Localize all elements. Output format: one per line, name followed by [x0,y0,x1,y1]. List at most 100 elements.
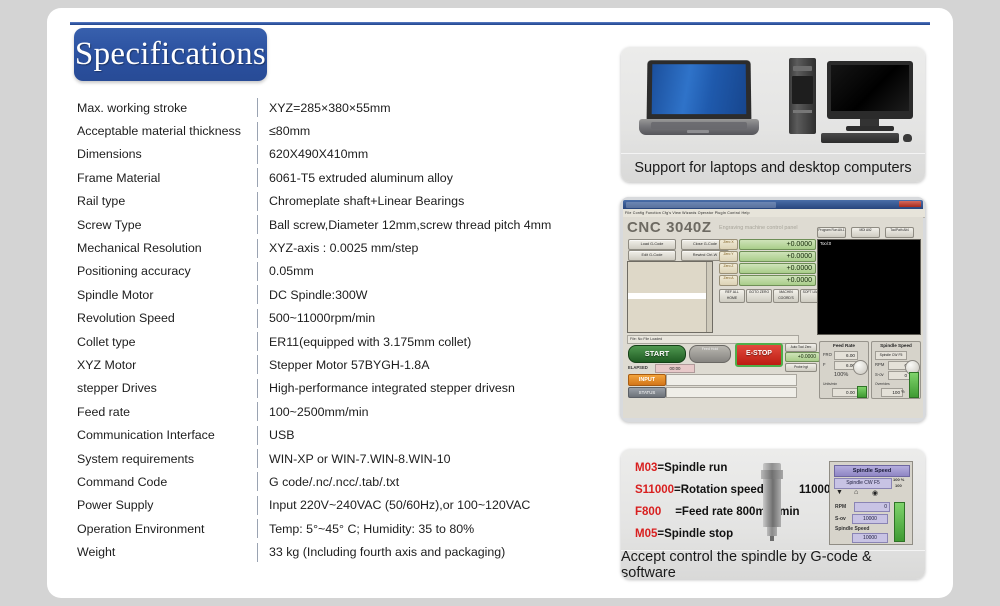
zero-a-button[interactable]: Zero A [719,275,738,286]
spec-label: Acceptable material thickness [77,124,241,139]
tab-program-run[interactable]: Program Run Alt-1 [817,227,846,238]
toolpath-viewport[interactable]: Tool:0 [817,239,921,335]
gcode-scrollbar[interactable] [706,262,712,332]
supported-computers-panel: Support for laptops and desktop computer… [621,47,925,182]
gcode-spindle-panel: M03=Spindle run S11000=Rotation speed 11… [621,449,925,579]
zero-y-button[interactable]: Zero Y [719,251,738,262]
spindle-toggle-button[interactable]: Spindle CW F5 [875,351,907,360]
spec-value: USB [269,428,295,443]
spindle-widget-sov-value: 10000 [852,514,888,524]
spindle-motor-illustration [759,463,785,541]
spindle-widget-rpm-value: 0 [854,502,890,512]
spindle-down-icon[interactable]: ▼ [836,489,843,496]
software-subtitle: Engraving machine control panel [719,225,798,231]
spec-label: Communication Interface [77,428,215,443]
spindle-gauge-icon[interactable]: ◉ [872,489,878,497]
spec-row: Power Supply Input 220V~240VAC (50/60Hz),… [75,494,605,517]
spec-value: ≤80mm [269,124,311,139]
machine-coords-button[interactable]: MACHIN COORD'S [773,289,799,303]
gcode-list[interactable] [627,261,713,333]
software-brand: CNC 3040Z [627,219,712,236]
window-title-bar [623,200,923,209]
spec-row: Screw Type Ball screw,Diameter 12mm,screw… [75,213,605,236]
spec-row: Positioning accuracy 0.05mm [75,260,605,283]
spec-row: System requirements WIN-XP or WIN-7.WIN-8… [75,447,605,470]
tab-mdi[interactable]: MDI Alt2 [851,227,880,238]
dro-z[interactable]: +0.0000 [739,263,816,274]
spindle-widget-percent: 100 % [893,477,905,482]
gcode-code-m03: M03 [635,462,658,474]
spec-label: Collet type [77,334,136,349]
emergency-stop-button[interactable]: E-STOP [735,343,783,367]
feed-rate-panel: Feed Rate FRO 6.00 F 6.00 100% Units/min… [819,341,869,399]
tab-toolpath[interactable]: ToolPath Alt4 [885,227,914,238]
laptop-base [639,119,759,135]
tower-front-panel [792,76,813,104]
spindle-home-icon[interactable]: ⌂ [854,489,858,496]
spindle-overrides-label: Overrides [875,382,890,386]
spindle-bit [770,536,774,541]
spec-value: WIN-XP or WIN-7.WIN-8.WIN-10 [269,451,451,466]
laptop-touchpad [687,130,709,133]
input-badge: INPUT [628,374,666,386]
zero-z-button[interactable]: Zero Z [719,263,738,274]
laptop-keyboard [651,122,747,129]
dro-a[interactable]: +0.0000 [739,275,816,286]
spec-label: Frame Material [77,170,161,185]
spec-row: Acceptable material thickness ≤80mm [75,119,605,142]
feed-rate-knob[interactable] [853,360,868,375]
specification-card: Specifications Max. working stroke XYZ=28… [47,8,953,598]
spec-row: Communication Interface USB [75,423,605,446]
load-gcode-button[interactable]: Load G-Code [628,239,676,250]
spindle-widget-rpm-label: RPM [835,504,847,510]
spec-label: Mechanical Resolution [77,241,202,256]
input-field[interactable] [666,374,797,386]
spec-value: Stepper Motor 57BYGH-1.8A [269,357,430,372]
goto-zero-button[interactable]: GOTO ZERO [746,289,772,303]
specifications-table: Max. working stroke XYZ=285×380×55mm Accep… [75,96,605,564]
spec-row: Dimensions 620X490X410mm [75,143,605,166]
dro-x[interactable]: +0.0000 [739,239,816,250]
spec-row: Spindle Motor DC Spindle:300W [75,283,605,306]
computers-caption: Support for laptops and desktop computer… [621,153,925,182]
gcode-line-m03: M03=Spindle run [635,462,727,474]
spec-row: Weight 33 kg (Including fourth axis and p… [75,540,605,563]
window-close-icon[interactable] [899,201,921,207]
ref-all-home-button[interactable]: REF ALL HOME [719,289,745,303]
edit-gcode-button[interactable]: Edit G-Code [628,250,676,261]
tower-vent [793,110,812,113]
fro-value[interactable]: 6.00 [834,351,858,360]
spec-value: DC Spindle:300W [269,287,368,302]
probe-height-button[interactable]: Probe hgt [785,363,817,372]
laptop-screen [651,64,747,115]
spec-value: XYZ=285×380×55mm [269,100,391,115]
spindle-top-cap [763,463,781,470]
gcode-desc-m03: =Spindle run [657,462,728,474]
laptop-illustration [639,60,759,142]
spindle-widget-toggle[interactable]: Spindle CW F5 [834,478,892,489]
zero-x-button[interactable]: Zero X [719,239,738,250]
spindle-body [763,479,781,527]
status-field [666,387,797,398]
feed-percent: 100% [834,372,849,378]
mouse-icon [903,134,912,142]
spec-row: Feed rate 100~2500mm/min [75,400,605,423]
spec-value: High-performance integrated stepper driv… [269,381,515,396]
dro-y[interactable]: +0.0000 [739,251,816,262]
spec-value: 0.05mm [269,264,314,279]
cycle-start-button[interactable]: START [628,345,686,363]
spindle-sov-label: S-ov [875,372,884,377]
spec-label: stepper Drives [77,381,157,396]
feed-hold-button[interactable]: Feed Hold [689,345,731,363]
status-badge: STATUS [628,387,666,398]
spec-value: Input 220V~240VAC (50/60Hz),or 100~120VA… [269,498,531,513]
spec-label: Spindle Motor [77,287,154,302]
spec-value: 100~2500mm/min [269,404,369,419]
auto-tool-zero-button[interactable]: Auto Tool Zero [785,343,817,352]
spec-row: Collet type ER11(equipped with 3.175mm co… [75,330,605,353]
header-rule [70,22,930,25]
spec-value: 6061-T5 extruded aluminum alloy [269,170,453,185]
spec-label: Revolution Speed [77,311,175,326]
monitor-icon [827,61,913,119]
monitor-stand-foot [846,126,894,131]
